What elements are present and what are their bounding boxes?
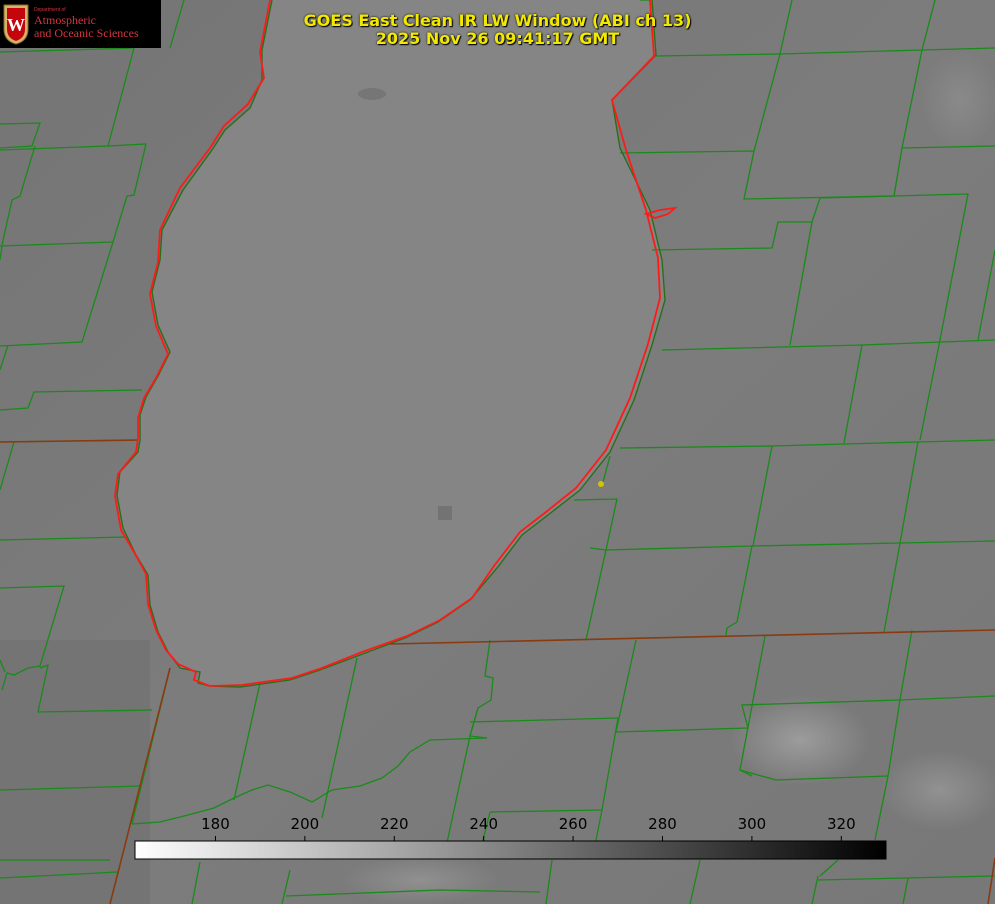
lake-dark-spot (358, 88, 386, 100)
colorbar (134, 840, 887, 860)
land-shade-west (0, 640, 150, 904)
colorbar-tick-label: 200 (290, 815, 320, 833)
lake-dark-pixel (438, 506, 452, 520)
colorbar-tick-label: 220 (379, 815, 409, 833)
location-marker (598, 481, 604, 487)
cloud-patch-south (340, 855, 500, 904)
colorbar-tick-label: 320 (826, 815, 856, 833)
image-timestamp: 2025 Nov 26 09:41:17 GMT (375, 29, 620, 48)
satellite-map (0, 0, 995, 904)
image-title: GOES East Clean IR LW Window (ABI ch 13) (303, 11, 692, 30)
colorbar-tick-label: 280 (648, 815, 677, 833)
colorbar-tick-label: 180 (201, 815, 230, 833)
colorbar-tick-label: 240 (469, 815, 498, 833)
cloud-patch-southeast (880, 750, 995, 830)
colorbar-tick-label: 300 (737, 815, 767, 833)
colorbar-tick-label: 260 (558, 815, 588, 833)
